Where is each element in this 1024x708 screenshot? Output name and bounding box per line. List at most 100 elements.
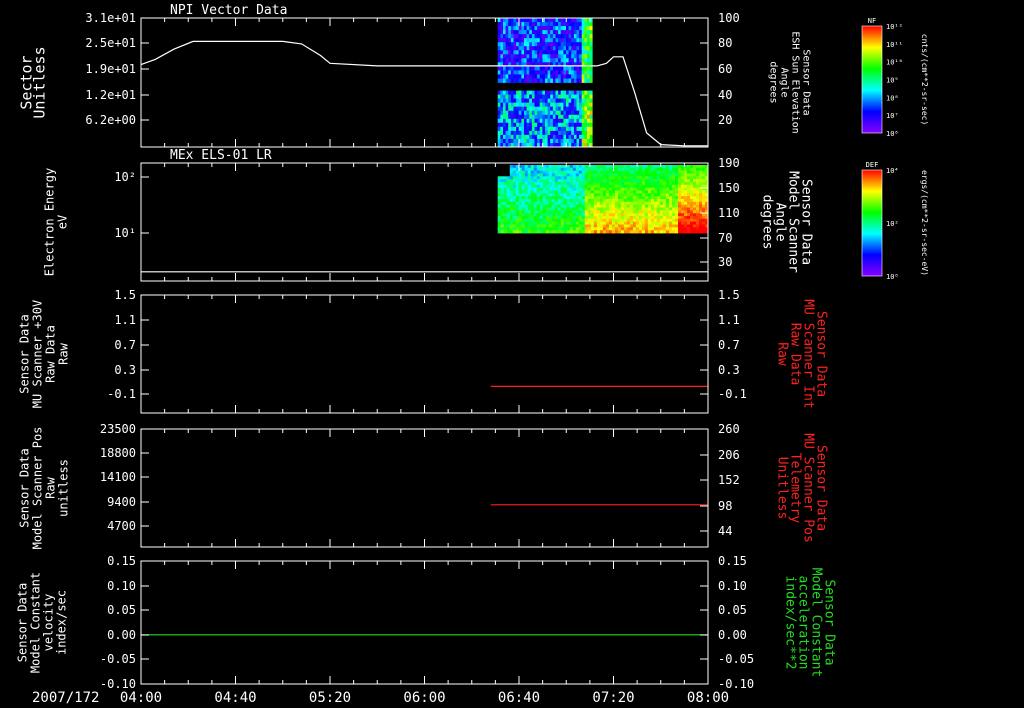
heatmap-cell	[566, 221, 571, 225]
heatmap-cell	[534, 30, 538, 35]
heatmap-cell	[579, 58, 583, 63]
heatmap-cell	[602, 187, 607, 191]
heatmap-cell	[526, 26, 530, 31]
heatmap-cell	[690, 216, 694, 220]
heatmap-cell	[518, 78, 522, 83]
heatmap-cell	[629, 227, 634, 231]
heatmap-cell	[542, 94, 546, 99]
heatmap-cell	[566, 66, 569, 71]
y-tick-label: 0.10	[107, 579, 136, 593]
heatmap-cell	[587, 196, 592, 200]
heatmap-cell	[545, 90, 548, 95]
heatmap-cell	[513, 50, 517, 55]
heatmap-cell	[693, 207, 697, 211]
heatmap-cell	[524, 201, 529, 205]
heatmap-cell	[644, 170, 649, 174]
heatmap-cell	[623, 184, 628, 188]
heatmap-cell	[515, 196, 520, 200]
heatmap-cell	[542, 218, 547, 222]
heatmap-cell	[672, 224, 676, 228]
heatmap-cell	[560, 118, 564, 124]
heatmap-cell	[693, 182, 697, 186]
heatmap-cell	[669, 204, 673, 208]
heatmap-cell	[641, 210, 646, 214]
heatmap-cell	[665, 193, 670, 197]
heatmap-cell	[506, 199, 511, 203]
heatmap-cell	[665, 190, 670, 194]
heatmap-cell	[702, 176, 706, 180]
heatmap-cell	[527, 165, 532, 169]
heatmap-cell	[675, 187, 679, 191]
heatmap-cell	[548, 230, 553, 234]
heatmap-cell	[500, 118, 504, 124]
heatmap-cell	[503, 54, 506, 59]
heatmap-cell	[623, 199, 628, 203]
heatmap-cell	[551, 170, 556, 174]
heatmap-cell	[665, 165, 670, 169]
heatmap-cell	[687, 227, 691, 231]
heatmap-cell	[675, 216, 679, 220]
heatmap-cell	[699, 230, 703, 234]
heatmap-cell	[620, 187, 625, 191]
heatmap-cell	[672, 190, 676, 194]
heatmap-cell	[587, 134, 590, 140]
heatmap-cell	[566, 106, 569, 112]
heatmap-cell	[557, 193, 562, 197]
heatmap-cell	[534, 54, 538, 59]
panel-frame	[140, 17, 709, 148]
heatmap-cell	[617, 207, 622, 211]
heatmap-cell	[571, 106, 575, 112]
heatmap-cell	[635, 227, 640, 231]
heatmap-cell	[573, 42, 577, 47]
heatmap-cell	[547, 70, 551, 75]
heatmap-cell	[675, 196, 679, 200]
heatmap-cell	[576, 106, 580, 112]
heatmap-cell	[650, 204, 655, 208]
heatmap-cell	[503, 26, 506, 31]
heatmap-cell	[608, 182, 613, 186]
heatmap-cell	[702, 218, 706, 222]
heatmap-cell	[521, 224, 526, 228]
heatmap-cell	[620, 210, 625, 214]
heatmap-cell	[530, 179, 535, 183]
heatmap-cell	[675, 170, 679, 174]
heatmap-cell	[497, 102, 501, 108]
heatmap-cell	[539, 224, 544, 228]
heatmap-cell	[675, 230, 679, 234]
heatmap-cell	[552, 42, 556, 47]
heatmap-cell	[534, 46, 538, 51]
heatmap-cell	[530, 184, 535, 188]
heatmap-cell	[524, 58, 527, 63]
heatmap-cell	[518, 182, 523, 186]
heatmap-cell	[672, 227, 676, 231]
heatmap-cell	[566, 38, 569, 43]
heatmap-cell	[569, 210, 574, 214]
heatmap-cell	[529, 34, 533, 39]
heatmap-cell	[605, 167, 610, 171]
heatmap-cell	[529, 74, 533, 79]
heatmap-cell	[521, 196, 526, 200]
heatmap-cell	[497, 122, 501, 128]
heatmap-cell	[533, 187, 538, 191]
heatmap-cell	[632, 199, 637, 203]
heatmap-cell	[581, 70, 585, 75]
heatmap-cell	[513, 18, 517, 23]
heatmap-cell	[576, 18, 580, 23]
heatmap-cell	[644, 196, 649, 200]
heatmap-cell	[555, 26, 559, 31]
y-tick-label: 3.1e+01	[85, 11, 136, 25]
heatmap-cell	[518, 227, 523, 231]
heatmap-cell	[641, 187, 646, 191]
heatmap-cell	[573, 30, 577, 35]
heatmap-cell	[568, 130, 572, 136]
heatmap-cell	[560, 78, 564, 83]
heatmap-cell	[650, 201, 655, 205]
heatmap-cell	[568, 58, 572, 63]
y2-axis-label: Sensor DataMU Scanner PosTelemetryUnitle…	[775, 433, 829, 543]
heatmap-cell	[500, 204, 505, 208]
heatmap-cell	[563, 170, 568, 174]
heatmap-cell	[626, 165, 631, 169]
heatmap-cell	[524, 114, 527, 120]
heatmap-cell	[550, 58, 554, 63]
heatmap-cell	[539, 190, 544, 194]
